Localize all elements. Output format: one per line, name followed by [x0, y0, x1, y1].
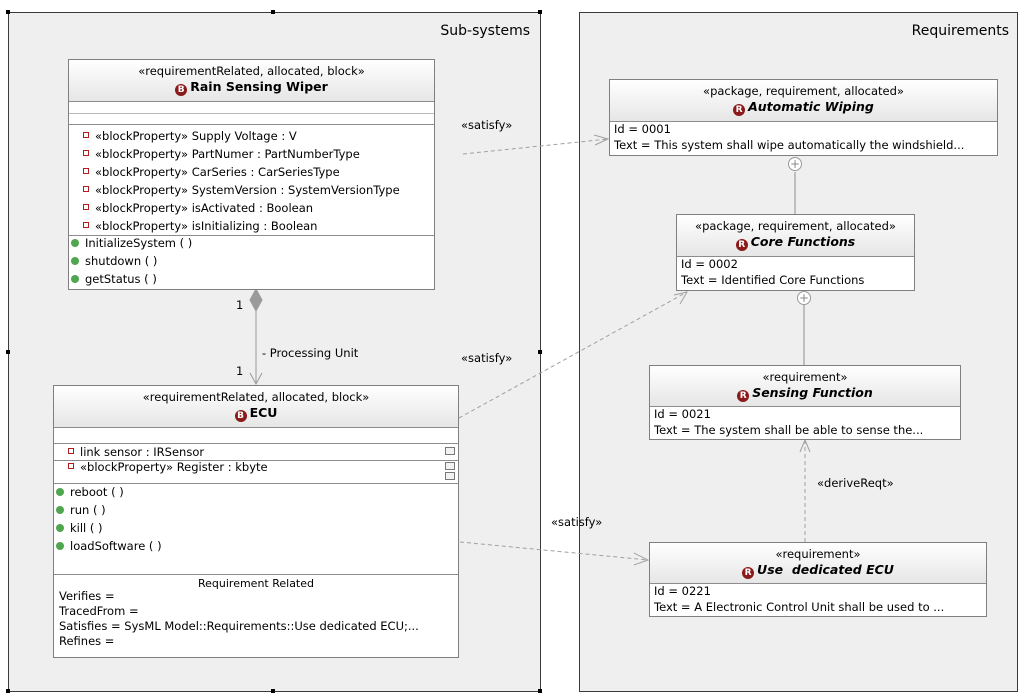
requirement-use-dedicated-ecu[interactable]: «requirement» R Use dedicated ECU Id = 02…: [649, 542, 987, 617]
requirement-stereotype: «requirement»: [775, 547, 861, 561]
requirement-text: Text = Identified Core Functions: [681, 273, 865, 287]
containment-plus-icon: +: [788, 157, 802, 171]
block-ecu[interactable]: «requirementRelated, allocated, block» B…: [53, 385, 459, 658]
requirement-id: Id = 0001: [614, 122, 671, 136]
block-property[interactable]: «blockProperty» isInitializing : Boolean: [69, 217, 434, 235]
related-entry: Refines =: [59, 634, 115, 648]
property-icon: [83, 132, 89, 138]
requirement-text: Text = This system shall wipe automatica…: [614, 138, 965, 152]
requirement-header: «requirement» R Use dedicated ECU: [650, 543, 986, 584]
composition-role-label: - Processing Unit: [262, 346, 359, 360]
block-property[interactable]: «blockProperty» CarSeries : CarSeriesTyp…: [69, 163, 434, 181]
property-icon: [83, 222, 89, 228]
block-property[interactable]: «blockProperty» isActivated : Boolean: [69, 199, 434, 217]
block-operation[interactable]: kill ( ): [54, 519, 458, 537]
satisfy-label: «satisfy»: [551, 515, 603, 529]
requirement-icon: R: [737, 390, 750, 402]
requirement-id: Id = 0221: [654, 584, 711, 598]
block-operation[interactable]: run ( ): [54, 501, 458, 519]
property-icon: [68, 448, 74, 454]
satisfy-connector: [462, 138, 609, 155]
block-rain-sensing-wiper[interactable]: «requirementRelated, allocated, block» B…: [68, 59, 435, 290]
block-name: B ECU: [54, 405, 458, 422]
requirement-core-functions[interactable]: «package, requirement, allocated» R Core …: [676, 214, 915, 291]
block-icon: B: [175, 84, 188, 96]
block-property[interactable]: «blockProperty» Supply Voltage : V: [69, 127, 434, 145]
requirement-header: «package, requirement, allocated» R Autom…: [610, 80, 997, 122]
operation-icon: [56, 506, 64, 514]
requirement-name: R Core Functions: [677, 234, 914, 251]
satisfy-connector: [459, 541, 649, 561]
block-header: «requirementRelated, allocated, block» B…: [69, 60, 434, 102]
property-icon: [83, 204, 89, 210]
requirement-stereotype: «package, requirement, allocated»: [703, 84, 904, 98]
block-name: B Rain Sensing Wiper: [69, 79, 434, 96]
requirement-icon: R: [733, 104, 746, 116]
property-icon: [68, 463, 74, 469]
block-header: «requirementRelated, allocated, block» B…: [54, 386, 458, 428]
satisfy-label: «satisfy»: [461, 118, 513, 132]
requirement-id: Id = 0021: [654, 407, 711, 421]
block-operation[interactable]: reboot ( ): [54, 483, 458, 501]
block-operation[interactable]: shutdown ( ): [69, 252, 434, 270]
requirement-sensing-function[interactable]: «requirement» R Sensing Function Id = 002…: [649, 365, 961, 440]
scroll-up-button[interactable]: [445, 462, 455, 470]
derive-label: «deriveReqt»: [817, 476, 894, 490]
requirement-header: «package, requirement, allocated» R Core …: [677, 215, 914, 257]
related-entry: TracedFrom =: [59, 604, 139, 618]
multiplicity-label: 1: [236, 298, 244, 312]
scroll-down-button[interactable]: [445, 447, 455, 455]
requirement-header: «requirement» R Sensing Function: [650, 366, 960, 407]
block-stereotype: «requirementRelated, allocated, block»: [138, 64, 365, 78]
operation-icon: [71, 239, 79, 247]
composition-diamond: [249, 287, 263, 313]
requirement-name: R Automatic Wiping: [610, 99, 997, 116]
requirement-name: R Sensing Function: [650, 385, 960, 402]
requirement-automatic-wiping[interactable]: «package, requirement, allocated» R Autom…: [609, 79, 998, 156]
requirement-stereotype: «requirement»: [762, 370, 848, 384]
block-operation[interactable]: InitializeSystem ( ): [69, 234, 434, 252]
block-part[interactable]: link sensor : IRSensor: [54, 443, 458, 461]
block-operation[interactable]: loadSoftware ( ): [54, 537, 458, 555]
block-property[interactable]: «blockProperty» SystemVersion : SystemVe…: [69, 181, 434, 199]
property-icon: [83, 150, 89, 156]
multiplicity-label: 1: [236, 364, 244, 378]
requirement-text: Text = The system shall be able to sense…: [654, 423, 924, 437]
requirement-name: R Use dedicated ECU: [650, 562, 986, 579]
containment-plus-icon: +: [797, 291, 811, 305]
requirement-id: Id = 0002: [681, 257, 738, 271]
operation-icon: [56, 488, 64, 496]
operation-icon: [71, 275, 79, 283]
divider: [69, 113, 434, 114]
operation-icon: [56, 524, 64, 532]
requirement-icon: R: [735, 239, 748, 251]
operation-icon: [71, 257, 79, 265]
requirement-text: Text = A Electronic Control Unit shall b…: [654, 600, 945, 614]
related-entry: Satisfies = SysML Model::Requirements::U…: [59, 619, 419, 633]
block-property[interactable]: «blockProperty» PartNumer : PartNumberTy…: [69, 145, 434, 163]
block-property[interactable]: «blockProperty» Register : kbyte: [54, 460, 458, 475]
block-icon: B: [234, 410, 247, 422]
block-stereotype: «requirementRelated, allocated, block»: [142, 390, 370, 404]
requirement-stereotype: «package, requirement, allocated»: [695, 219, 896, 233]
property-icon: [83, 186, 89, 192]
related-entry: Verifies =: [59, 589, 115, 603]
block-operation[interactable]: getStatus ( ): [69, 270, 434, 288]
property-icon: [83, 168, 89, 174]
requirement-icon: R: [742, 567, 755, 579]
scroll-down-button[interactable]: [445, 472, 455, 480]
operation-icon: [56, 542, 64, 550]
divider: [69, 124, 434, 125]
satisfy-label: «satisfy»: [461, 351, 513, 365]
